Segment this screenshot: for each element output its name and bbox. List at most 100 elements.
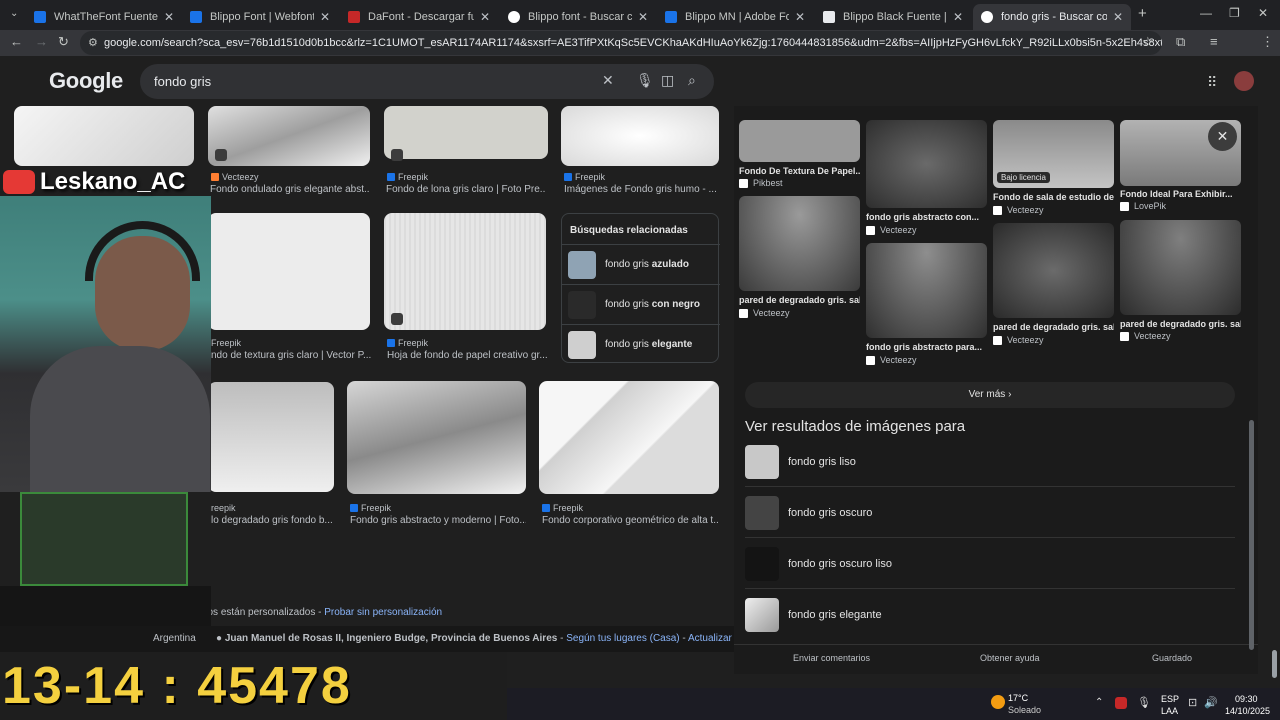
image-tile[interactable] — [347, 381, 526, 494]
tab-4[interactable]: Blippo font - Buscar con Goog✕ — [500, 4, 656, 30]
panel-image-tile[interactable] — [739, 120, 860, 162]
tab-5[interactable]: Blippo MN | Adobe Fonts✕ — [657, 4, 813, 30]
image-caption[interactable]: ndo de textura gris claro | Vector P... — [211, 350, 371, 361]
reload-icon[interactable]: ↻ — [58, 34, 69, 50]
image-source[interactable]: Vecteezy — [211, 172, 259, 182]
image-tile[interactable] — [561, 106, 719, 166]
image-tile[interactable] — [384, 106, 548, 159]
image-caption[interactable]: Fondo corporativo geométrico de alta t..… — [542, 515, 719, 526]
image-caption[interactable]: Fondo gris abstracto y moderno | Foto... — [350, 515, 526, 526]
page-scrollbar[interactable] — [1272, 650, 1277, 678]
close-icon[interactable]: ✕ — [480, 10, 490, 24]
update-location-link[interactable]: Actualizar ubicac... — [688, 633, 734, 644]
close-icon[interactable]: ✕ — [320, 10, 330, 24]
image-source[interactable]: reepik — [211, 503, 236, 513]
clear-icon[interactable]: ✕ — [602, 72, 614, 89]
extensions-icon[interactable]: ⧉ — [1176, 34, 1185, 50]
related-item[interactable]: fondo gris azulado — [562, 244, 720, 284]
tab-search-icon[interactable]: ⌄ — [10, 8, 18, 19]
close-icon[interactable]: ✕ — [164, 10, 174, 24]
site-info-icon[interactable]: ⚙ — [88, 36, 98, 49]
window-close-icon[interactable]: ✕ — [1258, 6, 1268, 20]
panel-image-caption[interactable]: fondo gris abstracto con... — [866, 212, 987, 222]
minimize-icon[interactable]: — — [1200, 6, 1212, 20]
see-more-button[interactable]: Ver más › — [745, 382, 1235, 408]
new-tab-icon[interactable]: + — [1138, 5, 1147, 22]
image-source[interactable]: Freepik — [387, 338, 428, 348]
network-icon[interactable]: ⊡ — [1188, 696, 1197, 709]
get-help-link[interactable]: Obtener ayuda — [980, 653, 1040, 663]
panel-image-source[interactable]: Pikbest — [739, 178, 783, 188]
panel-image-source[interactable]: Vecteezy — [993, 205, 1044, 215]
image-source[interactable]: Freepik — [542, 503, 583, 513]
panel-image-caption[interactable]: Fondo Ideal Para Exhibir... — [1120, 189, 1241, 199]
menu-icon[interactable]: ⋮ — [1261, 34, 1274, 50]
maximize-icon[interactable]: ❐ — [1229, 6, 1240, 20]
back-icon[interactable]: ← — [10, 34, 23, 49]
address-bar[interactable]: ⚙ google.com/search?sca_esv=76b1d1510d0b… — [80, 31, 1162, 55]
panel-image-tile[interactable] — [866, 243, 987, 338]
panel-image-caption[interactable]: Fondo De Textura De Papel... — [739, 166, 860, 176]
related-item[interactable]: fondo gris elegante — [562, 324, 720, 364]
image-tile[interactable] — [208, 106, 370, 166]
close-icon[interactable]: ✕ — [953, 10, 963, 24]
image-tile[interactable] — [539, 381, 719, 494]
panel-image-tile[interactable] — [1120, 220, 1241, 315]
panel-image-tile[interactable] — [993, 223, 1114, 318]
lang-primary[interactable]: ESP — [1161, 694, 1179, 704]
panel-image-source[interactable]: Vecteezy — [739, 308, 790, 318]
panel-image-caption[interactable]: pared de degradado gris. sal... — [739, 295, 860, 305]
image-caption[interactable]: Fondo de lona gris claro | Foto Pre... — [386, 184, 546, 195]
forward-icon[interactable]: → — [35, 34, 48, 49]
panel-image-source[interactable]: Vecteezy — [866, 355, 917, 365]
image-tile[interactable] — [208, 382, 334, 492]
account-avatar[interactable] — [1234, 71, 1254, 91]
image-result-link[interactable]: fondo gris elegante — [745, 590, 1235, 640]
google-logo[interactable]: Google — [49, 68, 123, 94]
image-tile[interactable] — [14, 106, 194, 166]
image-source[interactable]: Freepik — [211, 338, 241, 348]
image-result-link[interactable]: fondo gris liso — [745, 437, 1235, 487]
lens-icon[interactable]: ◫ — [661, 72, 674, 89]
tab-1[interactable]: WhatTheFont Fuente Finder - l✕ — [26, 4, 182, 30]
weather-temp[interactable]: 17°C — [1008, 693, 1028, 703]
panel-scrollbar[interactable] — [1249, 420, 1254, 650]
image-result-link[interactable]: fondo gris oscuro liso — [745, 539, 1235, 589]
send-feedback-link[interactable]: Enviar comentarios — [793, 653, 870, 663]
panel-image-source[interactable]: LovePik — [1120, 201, 1166, 211]
panel-image-caption[interactable]: pared de degradado gris. sal... — [993, 322, 1114, 332]
bookmark-star-icon[interactable]: ☆ — [1142, 34, 1154, 50]
panel-image-source[interactable]: Vecteezy — [993, 335, 1044, 345]
clock-date[interactable]: 14/10/2025 — [1225, 706, 1270, 716]
close-panel-button[interactable]: ✕ — [1208, 122, 1237, 151]
tray-app-icon[interactable] — [1115, 697, 1127, 709]
image-source[interactable]: Freepik — [564, 172, 605, 182]
panel-image-source[interactable]: Vecteezy — [866, 225, 917, 235]
tab-7-active[interactable]: fondo gris - Buscar con Google✕ — [973, 4, 1131, 30]
close-icon[interactable]: ✕ — [1113, 10, 1123, 24]
panel-image-caption[interactable]: fondo gris abstracto para... — [866, 342, 987, 352]
panel-image-source[interactable]: Vecteezy — [1120, 331, 1171, 341]
apps-grid-icon[interactable]: ⠿ — [1207, 74, 1217, 91]
search-icon[interactable]: ⌕ — [688, 72, 696, 89]
mic-tray-icon[interactable]: 🎙 — [1137, 696, 1151, 709]
close-icon[interactable]: ✕ — [638, 10, 648, 24]
image-caption[interactable]: Imágenes de Fondo gris humo - ... — [564, 184, 720, 195]
try-without-personalization-link[interactable]: Probar sin personalización — [324, 607, 442, 618]
panel-image-caption[interactable]: Fondo de sala de estudio de... — [993, 192, 1114, 202]
clock-time[interactable]: 09:30 — [1235, 694, 1258, 704]
panel-image-tile[interactable] — [866, 120, 987, 208]
lang-secondary[interactable]: LAA — [1161, 706, 1178, 716]
close-icon[interactable]: ✕ — [795, 10, 805, 24]
image-source[interactable]: Freepik — [387, 172, 428, 182]
image-result-link[interactable]: fondo gris oscuro — [745, 488, 1235, 538]
image-caption[interactable]: Hoja de fondo de papel creativo gr... — [387, 350, 547, 361]
search-input[interactable]: fondo gris — [140, 64, 714, 99]
mic-icon[interactable]: 🎙 — [636, 72, 654, 89]
weather-status[interactable]: Soleado — [1008, 705, 1041, 715]
tab-6[interactable]: Blippo Black Fuente | Descarga✕ — [815, 4, 971, 30]
related-item[interactable]: fondo gris con negro — [562, 284, 720, 324]
reading-list-icon[interactable]: ≡ — [1210, 34, 1218, 49]
image-tile[interactable] — [384, 213, 546, 330]
panel-image-tile[interactable] — [739, 196, 860, 291]
